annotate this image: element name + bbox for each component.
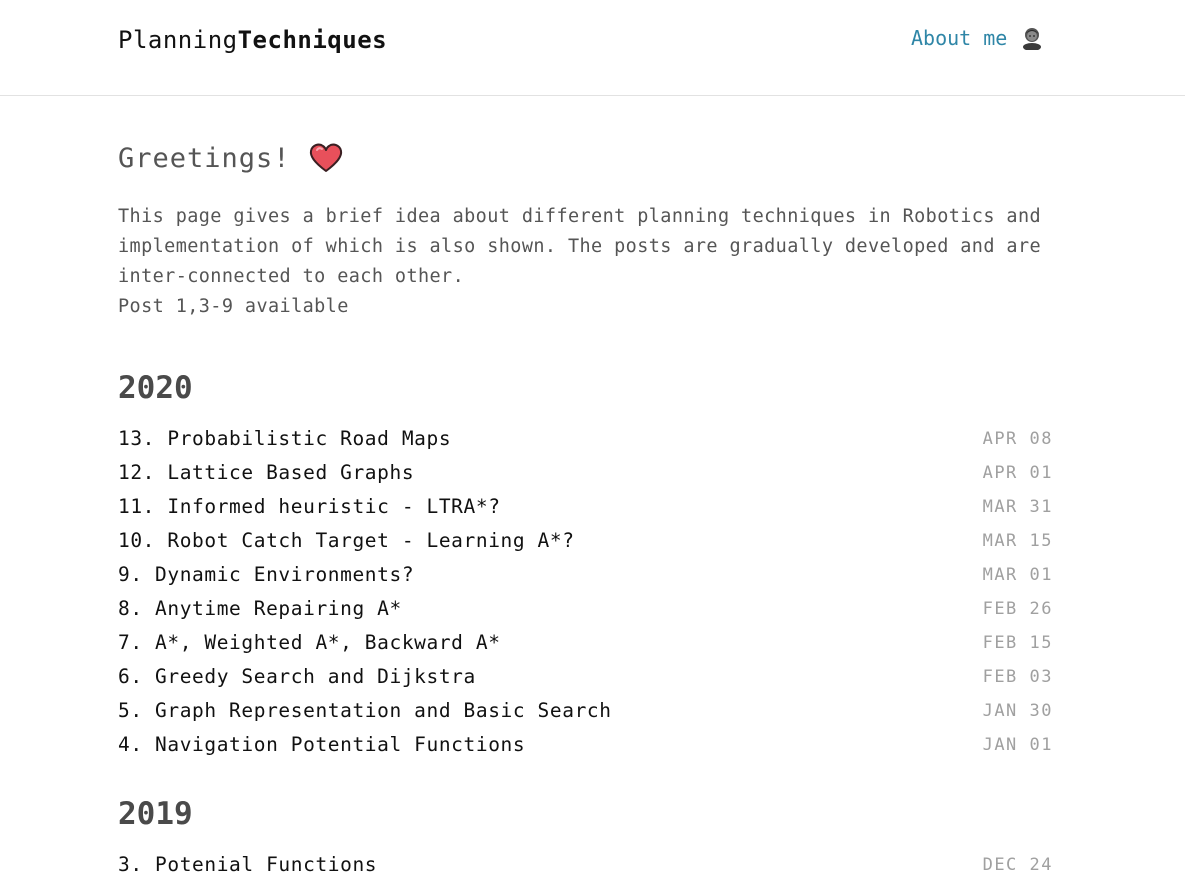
post-date: FEB 15 (982, 633, 1053, 653)
greeting-heading: Greetings! (118, 138, 1053, 178)
post-link[interactable]: 10. Robot Catch Target - Learning A*? (118, 524, 575, 558)
main-content: Greetings! This page gives a brief idea … (118, 138, 1053, 882)
site-logo-link[interactable]: PlanningTechniques (118, 26, 387, 54)
post-link[interactable]: 13. Probabilistic Road Maps (118, 422, 451, 456)
post-link[interactable]: 6. Greedy Search and Dijkstra (118, 660, 476, 694)
post-link[interactable]: 11. Informed heuristic - LTRA*? (118, 490, 501, 524)
year-heading: 2020 (118, 370, 193, 406)
post-link[interactable]: 8. Anytime Repairing A* (118, 592, 402, 626)
post-item: 4. Navigation Potential Functions JAN 01 (118, 728, 1053, 762)
greeting-text: Greetings! (118, 142, 291, 174)
person-icon (1021, 26, 1043, 51)
post-item: 8. Anytime Repairing A* FEB 26 (118, 592, 1053, 626)
post-date: MAR 01 (982, 565, 1053, 585)
intro-paragraph: This page gives a brief idea about diffe… (118, 206, 1042, 287)
post-link[interactable]: 9. Dynamic Environments? (118, 558, 414, 592)
intro-text: This page gives a brief idea about diffe… (118, 202, 1053, 322)
post-date: APR 01 (982, 463, 1053, 483)
post-item: 7. A*, Weighted A*, Backward A* FEB 15 (118, 626, 1053, 660)
post-item: 10. Robot Catch Target - Learning A*? MA… (118, 524, 1053, 558)
about-me-label: About me (911, 26, 1008, 50)
post-item: 5. Graph Representation and Basic Search… (118, 694, 1053, 728)
post-item: 11. Informed heuristic - LTRA*? MAR 31 (118, 490, 1053, 524)
post-link[interactable]: 5. Graph Representation and Basic Search (118, 694, 612, 728)
post-date: MAR 31 (982, 497, 1053, 517)
post-link[interactable]: 4. Navigation Potential Functions (118, 728, 525, 762)
post-date: JAN 30 (982, 701, 1053, 721)
post-link[interactable]: 12. Lattice Based Graphs (118, 456, 414, 490)
post-date: APR 08 (982, 429, 1053, 449)
post-date: FEB 03 (982, 667, 1053, 687)
year-heading: 2019 (118, 796, 193, 832)
heart-icon (309, 142, 343, 174)
post-list: 13. Probabilistic Road Maps APR 08 12. L… (118, 422, 1053, 762)
availability-note: Post 1,3-9 available (118, 296, 349, 317)
year-section-2020: 2020 13. Probabilistic Road Maps APR 08 … (118, 368, 1053, 762)
post-item: 6. Greedy Search and Dijkstra FEB 03 (118, 660, 1053, 694)
post-item: 12. Lattice Based Graphs APR 01 (118, 456, 1053, 490)
post-item: 13. Probabilistic Road Maps APR 08 (118, 422, 1053, 456)
post-date: MAR 15 (982, 531, 1053, 551)
post-date: FEB 26 (982, 599, 1053, 619)
post-link[interactable]: 7. A*, Weighted A*, Backward A* (118, 626, 501, 660)
brand-bold: Techniques (237, 26, 388, 54)
brand-prefix: Planning (118, 26, 238, 54)
year-section-2019: 2019 3. Potenial Functions DEC 24 (118, 794, 1053, 882)
post-date: JAN 01 (982, 735, 1053, 755)
post-item: 9. Dynamic Environments? MAR 01 (118, 558, 1053, 592)
post-item: 3. Potenial Functions DEC 24 (118, 848, 1053, 882)
post-list: 3. Potenial Functions DEC 24 (118, 848, 1053, 882)
site-header: PlanningTechniques About me (0, 0, 1185, 96)
post-link[interactable]: 3. Potenial Functions (118, 848, 377, 882)
post-date: DEC 24 (982, 855, 1053, 875)
about-me-link[interactable]: About me (911, 26, 1043, 51)
